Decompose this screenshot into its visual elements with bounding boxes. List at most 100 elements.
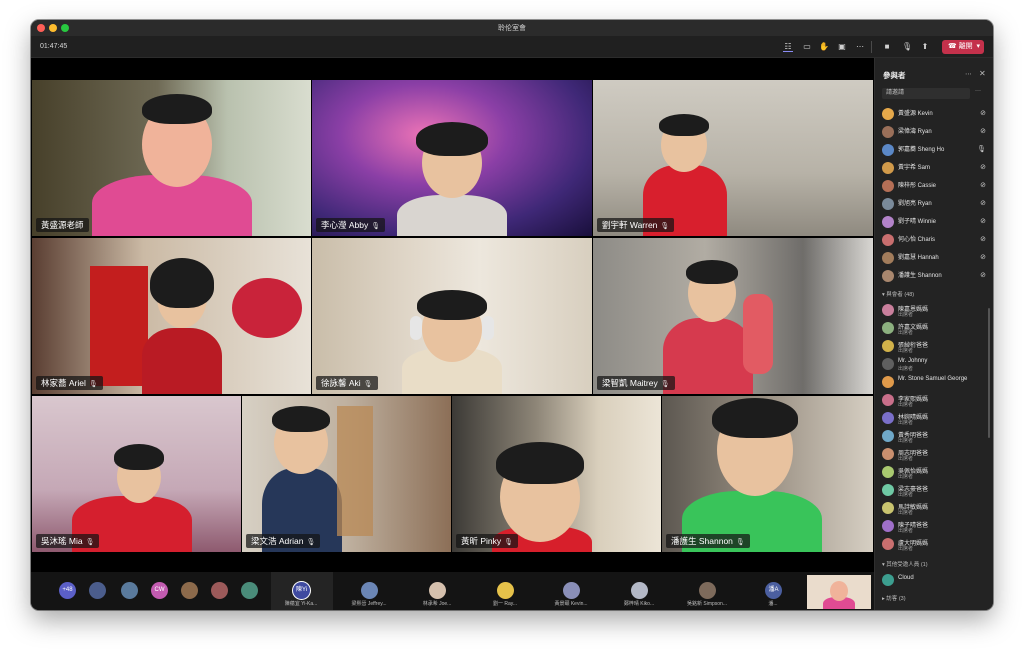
participant-row[interactable]: 陳子晴爸爸 出席者 xyxy=(882,518,988,535)
pin-icon[interactable]: ⊘ xyxy=(980,253,986,261)
close-icon[interactable]: ✕ xyxy=(979,69,986,78)
other-invitees-section-header[interactable]: ▾ 其他受邀人員 (1) xyxy=(882,560,928,568)
share-icon[interactable]: ⬆ xyxy=(920,42,930,52)
participant-row[interactable]: Mr. Stone Samuel George xyxy=(882,374,988,391)
mic-icon: 🎙 xyxy=(306,539,316,546)
raise-hand-icon[interactable]: ✋ xyxy=(819,42,829,52)
avatar[interactable] xyxy=(631,582,648,599)
avatar[interactable] xyxy=(361,582,378,599)
leave-button[interactable]: ☎ 離開 ▾ xyxy=(942,40,984,54)
video-tile[interactable]: 梁文浩 Adrian 🎙 xyxy=(242,396,451,552)
participant-row[interactable]: 吳佩怡媽媽 出席者 xyxy=(882,464,988,481)
self-view-video[interactable] xyxy=(807,575,871,609)
tile-name-label: 梁智凱 Maitrey 🎙 xyxy=(597,376,675,390)
tile-name-label: 李心瀅 Abby 🎙 xyxy=(316,218,386,232)
avatar xyxy=(882,358,894,370)
video-tile[interactable]: 劉宇軒 Warren 🎙 xyxy=(593,80,873,236)
pin-icon[interactable]: ⊘ xyxy=(980,199,986,207)
more-icon[interactable]: ⋯ xyxy=(965,70,972,78)
avatar[interactable] xyxy=(89,582,106,599)
participant-row[interactable]: 劉嘉慧 Hannah ⊘ xyxy=(882,250,988,267)
invite-options-button[interactable]: ··· xyxy=(975,88,981,94)
participants-panel: 參與者 ⋯ ✕ 請邀請 ··· 黃盛源 Kevin ⊘ 梁偉濤 Ryan ⊘ 郭嘉蕎… xyxy=(874,58,993,610)
participant-row[interactable]: 潘護生 Shannon ⊘ xyxy=(882,268,988,285)
mic-icon[interactable]: 🎙 xyxy=(977,145,986,153)
avatar[interactable] xyxy=(563,582,580,599)
participant-row[interactable]: Mr. Johnny 出席者 xyxy=(882,356,988,373)
avatar[interactable] xyxy=(121,582,138,599)
meeting-toolbar: 01:47:45 ☷ ▭ ✋ ▣ ⋯ ■ 🎙 ⬆ ☎ 離開 ▾ xyxy=(31,36,993,58)
pin-icon[interactable]: ⊘ xyxy=(980,127,986,135)
avatar[interactable]: 陳Yi xyxy=(293,582,310,599)
avatar xyxy=(882,304,894,316)
avatar[interactable] xyxy=(181,582,198,599)
participant-name: 陳蘊宜 Yi-Ka... xyxy=(284,601,318,607)
avatar xyxy=(882,574,894,586)
video-tile[interactable]: 黃盛源老師 xyxy=(32,80,311,236)
mic-icon[interactable]: 🎙 xyxy=(902,42,912,52)
participant-row[interactable]: 林婉晴媽媽 出席者 xyxy=(882,410,988,427)
participant-row[interactable]: 馬詩敏媽媽 出席者 xyxy=(882,500,988,517)
avatar[interactable] xyxy=(241,582,258,599)
participant-name: 鄭梓晴 Kiko... xyxy=(623,601,655,607)
avatar[interactable]: 潘A xyxy=(765,582,782,599)
pin-icon[interactable]: ⊘ xyxy=(980,271,986,279)
attendees-section-header[interactable]: ▾ 與會者 (48) xyxy=(882,290,914,298)
participant-row[interactable]: 李家熙媽媽 出席者 xyxy=(882,392,988,409)
pin-icon[interactable]: ⊘ xyxy=(980,217,986,225)
avatar xyxy=(882,520,894,532)
tile-name-label: 潘護生 Shannon 🎙 xyxy=(666,534,750,548)
participant-row[interactable]: 梁偉濤 Ryan ⊘ xyxy=(882,124,988,141)
participant-row[interactable]: Cloud xyxy=(882,572,988,589)
video-tile[interactable]: 梁智凱 Maitrey 🎙 xyxy=(593,238,873,394)
video-tile[interactable]: 徐詠馨 Aki 🎙 xyxy=(312,238,592,394)
participant-row[interactable]: 黃秀明爸爸 出席者 xyxy=(882,428,988,445)
guests-section-header[interactable]: ▸ 訪客 (3) xyxy=(882,594,906,602)
camera-icon[interactable]: ■ xyxy=(882,42,892,52)
participant-row[interactable]: 劉子晴 Winnie ⊘ xyxy=(882,214,988,231)
avatar xyxy=(882,108,894,120)
video-tile[interactable]: 林家蕎 Ariel 🎙 xyxy=(32,238,311,394)
participant-row[interactable]: 黃盛源 Kevin ⊘ xyxy=(882,106,988,123)
avatar[interactable] xyxy=(429,582,446,599)
avatar xyxy=(882,252,894,264)
pin-icon[interactable]: ⊘ xyxy=(980,235,986,243)
participant-name: 吳銘新 Simpson... xyxy=(686,601,727,607)
video-tile[interactable]: 吳沐瑤 Mia 🎙 xyxy=(32,396,241,552)
avatar xyxy=(882,430,894,442)
pin-icon[interactable]: ⊘ xyxy=(980,163,986,171)
avatar xyxy=(882,234,894,246)
pin-icon[interactable]: ⊘ xyxy=(980,109,986,117)
video-tile[interactable]: 李心瀅 Abby 🎙 xyxy=(312,80,592,236)
participant-row[interactable]: 何心怡 Charis ⊘ xyxy=(882,232,988,249)
video-tile[interactable]: 黃昕 Pinky 🎙 xyxy=(452,396,661,552)
pin-icon[interactable]: ⊘ xyxy=(980,181,986,189)
chevron-down-icon[interactable]: ▾ xyxy=(976,40,984,54)
more-participants-badge[interactable]: +48 xyxy=(59,582,76,599)
participant-row[interactable]: 周志明爸爸 出席者 xyxy=(882,446,988,463)
avatar[interactable] xyxy=(497,582,514,599)
video-tile[interactable]: 潘護生 Shannon 🎙 xyxy=(662,396,873,552)
chat-icon[interactable]: ▭ xyxy=(802,42,812,52)
participant-row[interactable]: 盧大明媽媽 出席者 xyxy=(882,536,988,553)
avatar[interactable]: CW xyxy=(151,582,168,599)
participant-row[interactable]: 劉旭亮 Ryan ⊘ xyxy=(882,196,988,213)
participant-row[interactable]: 許嘉文媽媽 出席者 xyxy=(882,320,988,337)
tile-name-label: 林家蕎 Ariel 🎙 xyxy=(36,376,103,390)
panel-scrollbar[interactable] xyxy=(988,308,990,438)
more-icon[interactable]: ⋯ xyxy=(855,42,865,52)
avatar[interactable] xyxy=(699,582,716,599)
avatar xyxy=(882,538,894,550)
mic-icon: 🎙 xyxy=(371,223,381,230)
participant-row[interactable]: 梁志豪爸爸 出席者 xyxy=(882,482,988,499)
participants-icon[interactable]: ☷ xyxy=(783,42,793,52)
avatar[interactable] xyxy=(211,582,228,599)
participant-row[interactable]: 張綽桁爸爸 出席者 xyxy=(882,338,988,355)
participant-row[interactable]: 黃宇希 Sam ⊘ xyxy=(882,160,988,177)
window-title: 聆伦室會 xyxy=(498,25,526,32)
participant-row[interactable]: 陳嘉恩媽媽 出席者 xyxy=(882,302,988,319)
invite-search-input[interactable]: 請邀請 xyxy=(882,88,970,99)
participant-row[interactable]: 郭嘉蕎 Sheng Ho 🎙 xyxy=(882,142,988,159)
rooms-icon[interactable]: ▣ xyxy=(837,42,847,52)
participant-row[interactable]: 陳梓彤 Cassie ⊘ xyxy=(882,178,988,195)
